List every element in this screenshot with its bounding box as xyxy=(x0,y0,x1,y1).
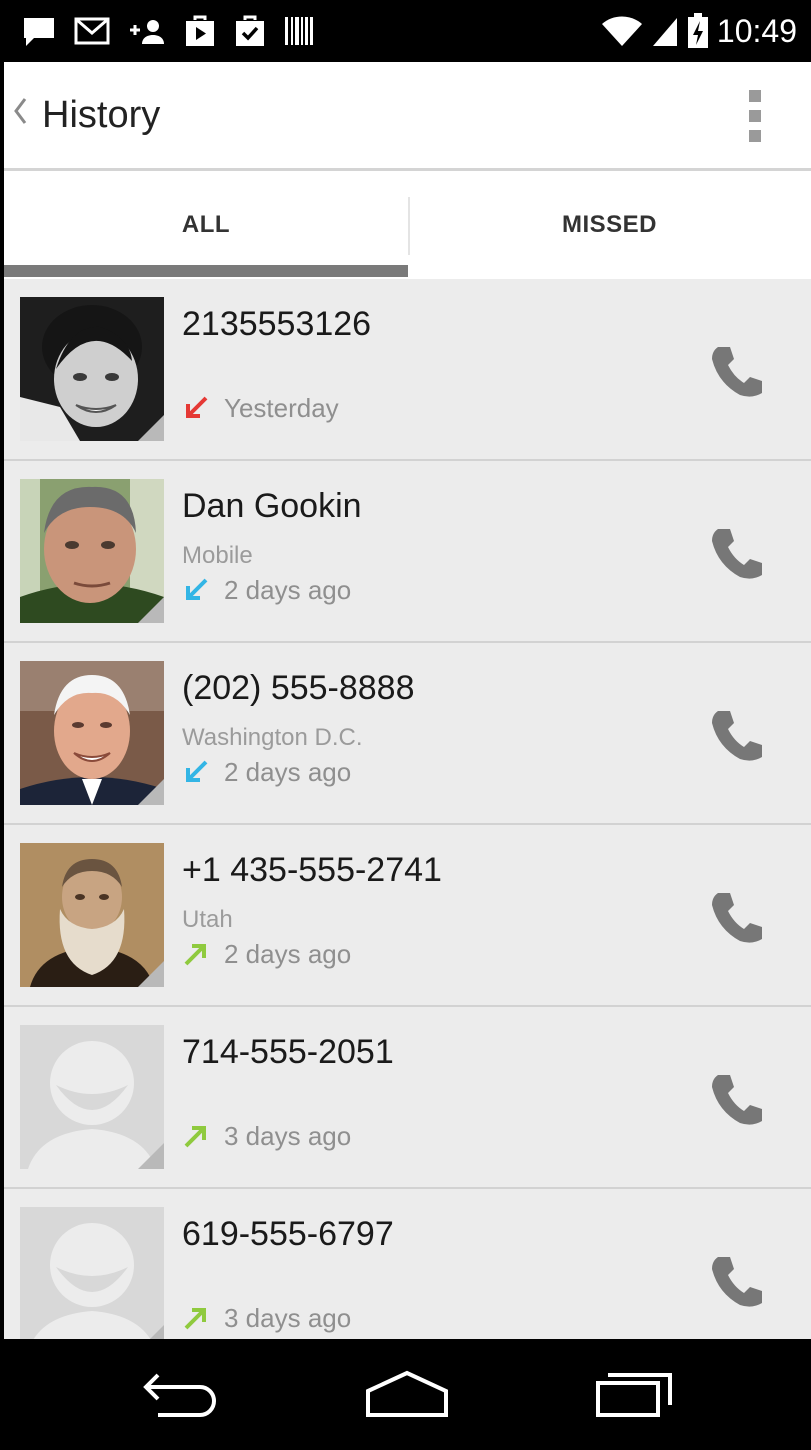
overflow-menu-icon[interactable] xyxy=(749,90,763,144)
notification-icons xyxy=(22,14,314,48)
contact-photo[interactable] xyxy=(20,661,164,805)
message-icon xyxy=(24,18,54,46)
contact-photo[interactable] xyxy=(20,843,164,987)
call-info: 2 days ago xyxy=(182,939,351,969)
status-bar: 10:49 xyxy=(0,0,811,62)
system-icons: 10:49 xyxy=(601,8,797,54)
missed-call-icon xyxy=(186,396,208,418)
home-icon[interactable] xyxy=(362,1367,452,1421)
chevron-left-icon[interactable] xyxy=(12,96,28,126)
outgoing-call-icon xyxy=(184,1308,206,1330)
caller-detail: Utah xyxy=(182,906,233,933)
call-time: Yesterday xyxy=(224,393,339,423)
call-info: 2 days ago xyxy=(182,757,351,787)
call-time: 3 days ago xyxy=(224,1121,352,1151)
phone-icon[interactable] xyxy=(704,1067,770,1133)
call-log-item[interactable]: 619-555-6797 3 days ago xyxy=(4,1189,811,1339)
selected-tab-indicator xyxy=(4,265,408,277)
page-title[interactable]: History xyxy=(42,92,160,138)
contact-photo[interactable] xyxy=(20,479,164,623)
shopping-bag-check-icon xyxy=(236,15,264,46)
caller-name: 2135553126 xyxy=(182,305,372,343)
phone-icon[interactable] xyxy=(704,339,770,405)
incoming-call-icon xyxy=(186,760,208,782)
call-time: 2 days ago xyxy=(224,939,352,969)
tab-all[interactable]: ALL xyxy=(4,171,408,279)
call-time: 2 days ago xyxy=(224,757,352,787)
clock: 10:49 xyxy=(716,13,797,49)
battery-charging-icon xyxy=(687,13,708,48)
call-info: 3 days ago xyxy=(182,1303,351,1333)
tab-missed[interactable]: MISSED xyxy=(408,171,811,279)
caller-name: (202) 555-8888 xyxy=(182,669,415,707)
contact-placeholder-avatar[interactable] xyxy=(20,1207,164,1339)
quick-contact-badge xyxy=(138,1143,164,1169)
caller-detail: Mobile xyxy=(182,542,253,569)
phone-icon[interactable] xyxy=(704,521,770,587)
caller-name: 619-555-6797 xyxy=(182,1215,394,1253)
outgoing-call-icon xyxy=(184,1126,206,1148)
call-info: 2 days ago xyxy=(182,575,351,605)
add-contact-icon xyxy=(130,20,164,44)
incoming-call-icon xyxy=(186,578,208,600)
contact-photo[interactable] xyxy=(20,297,164,441)
call-log-item[interactable]: Dan Gookin Mobile 2 days ago xyxy=(4,461,811,643)
cell-signal-icon xyxy=(652,18,677,46)
call-log-item[interactable]: 714-555-2051 3 days ago xyxy=(4,1007,811,1189)
call-time: 2 days ago xyxy=(224,575,352,605)
app-bar: History xyxy=(4,62,811,168)
navigation-bar xyxy=(0,1339,811,1450)
call-time: 3 days ago xyxy=(224,1303,352,1333)
barcode-icon xyxy=(285,17,313,45)
gmail-icon xyxy=(74,17,110,45)
back-icon[interactable] xyxy=(140,1367,224,1421)
tab-bar: ALL MISSED xyxy=(4,171,811,279)
phone-icon[interactable] xyxy=(704,703,770,769)
call-history-list[interactable]: 2135553126 Yesterday Dan Gookin Mobile 2… xyxy=(4,279,811,1339)
phone-icon[interactable] xyxy=(704,1249,770,1315)
outgoing-call-icon xyxy=(184,944,206,966)
caller-name: 714-555-2051 xyxy=(182,1033,394,1071)
recent-apps-icon[interactable] xyxy=(594,1367,678,1421)
phone-icon[interactable] xyxy=(704,885,770,951)
play-store-icon xyxy=(186,15,214,46)
caller-name: Dan Gookin xyxy=(182,487,362,525)
call-info: Yesterday xyxy=(182,393,339,423)
caller-name: +1 435-555-2741 xyxy=(182,851,442,889)
call-info: 3 days ago xyxy=(182,1121,351,1151)
quick-contact-badge xyxy=(138,597,164,623)
call-log-item[interactable]: +1 435-555-2741 Utah 2 days ago xyxy=(4,825,811,1007)
tab-missed-label: MISSED xyxy=(561,211,657,238)
wifi-icon xyxy=(601,16,642,46)
call-log-item[interactable]: (202) 555-8888 Washington D.C. 2 days ag… xyxy=(4,643,811,825)
quick-contact-badge xyxy=(138,779,164,805)
quick-contact-badge xyxy=(138,415,164,441)
caller-detail: Washington D.C. xyxy=(182,724,363,751)
quick-contact-badge xyxy=(138,961,164,987)
person-silhouette-icon xyxy=(20,1207,164,1339)
quick-contact-badge xyxy=(138,1325,164,1339)
contact-placeholder-avatar[interactable] xyxy=(20,1025,164,1169)
call-log-item[interactable]: 2135553126 Yesterday xyxy=(4,279,811,461)
tab-all-label: ALL xyxy=(181,211,231,238)
